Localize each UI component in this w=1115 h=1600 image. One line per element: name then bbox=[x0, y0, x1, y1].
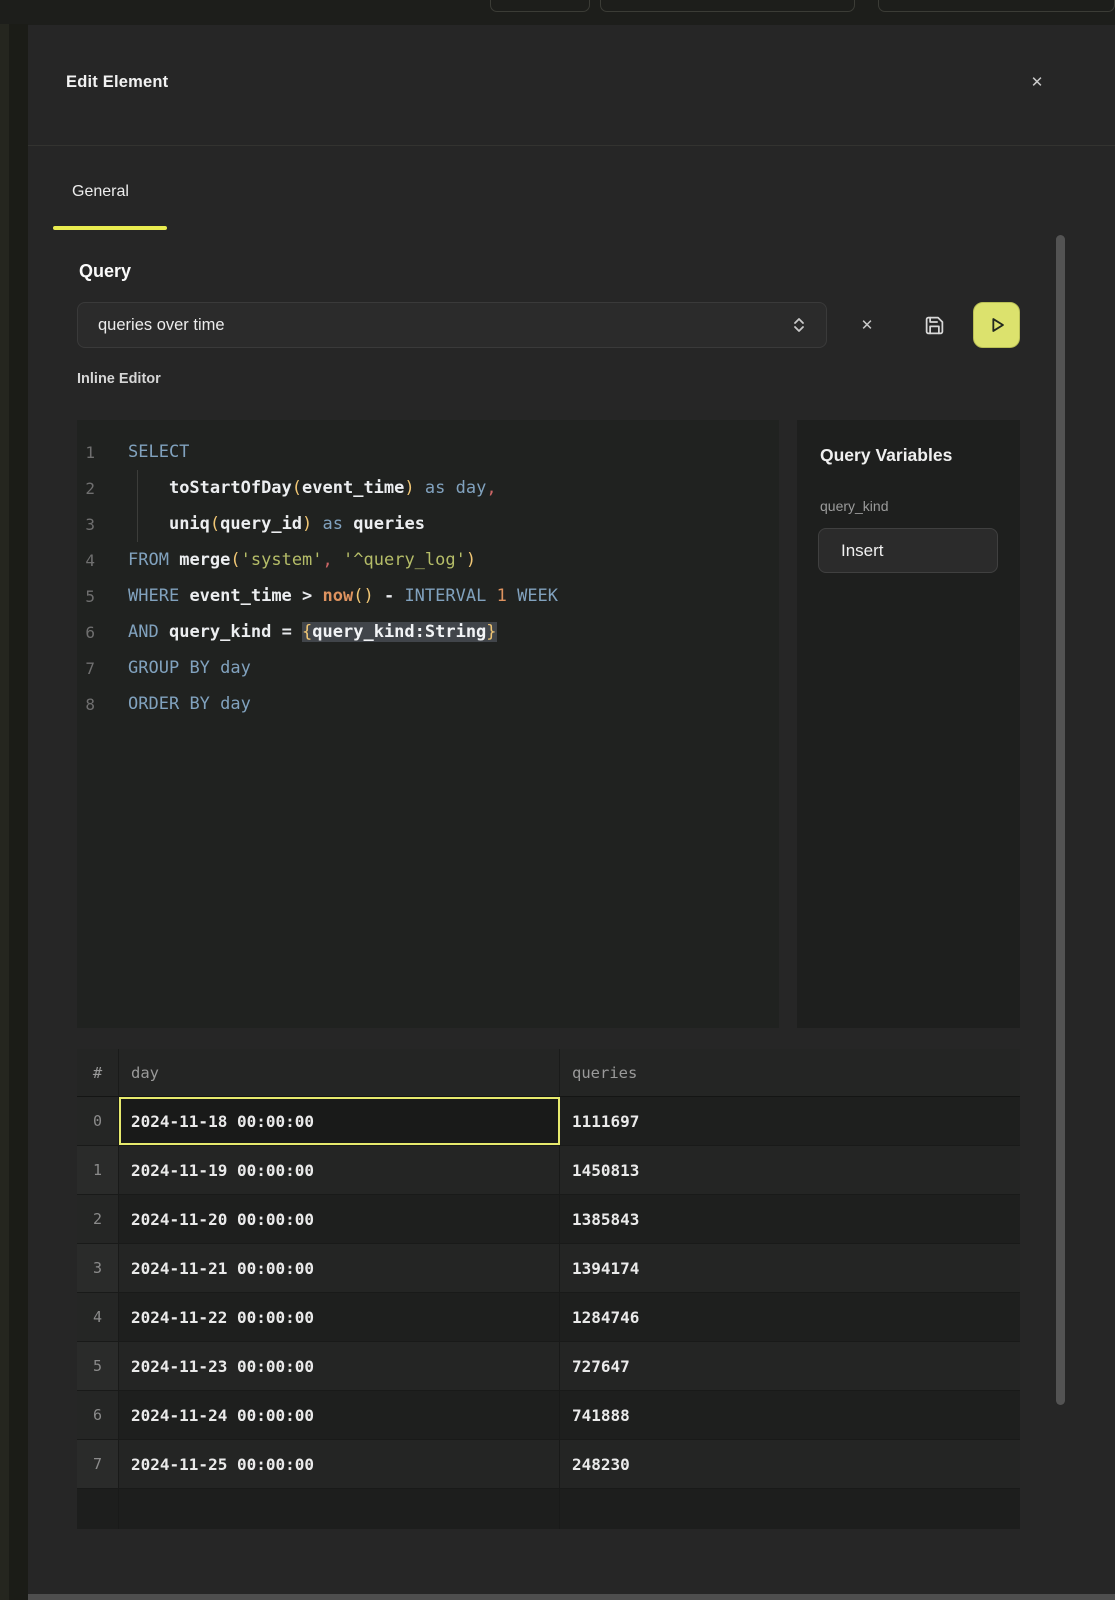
row-index-cell[interactable]: 1 bbox=[77, 1146, 119, 1194]
play-icon bbox=[986, 314, 1008, 336]
line-number: 7 bbox=[77, 659, 95, 678]
row-index-cell[interactable]: 4 bbox=[77, 1293, 119, 1341]
row-index-cell[interactable]: 6 bbox=[77, 1391, 119, 1439]
tab-active-underline bbox=[53, 226, 167, 230]
row-index-cell[interactable]: 2 bbox=[77, 1195, 119, 1243]
line-number: 2 bbox=[77, 479, 95, 498]
background-topbar bbox=[0, 0, 1115, 24]
line-number: 1 bbox=[77, 443, 95, 462]
horizontal-scrollbar[interactable] bbox=[28, 1594, 1115, 1600]
results-table-footer bbox=[77, 1489, 1020, 1529]
queries-cell[interactable]: 1385843 bbox=[560, 1195, 1020, 1243]
code-lines: 1 SELECT 2 toStartOfDay(event_time) as day… bbox=[77, 434, 779, 722]
line-number: 4 bbox=[77, 551, 95, 570]
tab-general[interactable]: General bbox=[72, 183, 129, 201]
table-row: 72024-11-25 00:00:00248230 bbox=[77, 1440, 1020, 1489]
table-row: 22024-11-20 00:00:001385843 bbox=[77, 1195, 1020, 1244]
select-chevrons-icon bbox=[792, 315, 806, 335]
table-row: 32024-11-21 00:00:001394174 bbox=[77, 1244, 1020, 1293]
code-line[interactable]: 2 toStartOfDay(event_time) as day, bbox=[77, 470, 779, 506]
indent-guide bbox=[137, 470, 138, 542]
queries-cell[interactable]: 727647 bbox=[560, 1342, 1020, 1390]
day-cell[interactable]: 2024-11-19 00:00:00 bbox=[119, 1146, 560, 1194]
results-table: # day queries 02024-11-18 00:00:00111169… bbox=[77, 1049, 1020, 1529]
line-number: 6 bbox=[77, 623, 95, 642]
queries-cell[interactable]: 1450813 bbox=[560, 1146, 1020, 1194]
row-index-cell[interactable]: 0 bbox=[77, 1097, 119, 1145]
sql-editor[interactable]: 1 SELECT 2 toStartOfDay(event_time) as day… bbox=[77, 420, 779, 1028]
queries-cell[interactable]: 248230 bbox=[560, 1440, 1020, 1488]
code-line[interactable]: 7 GROUP BY day bbox=[77, 650, 779, 686]
code-line[interactable]: 6 AND query_kind = {query_kind:String} bbox=[77, 614, 779, 650]
code-text: SELECT bbox=[128, 442, 189, 462]
code-text: WHERE event_time > now() - INTERVAL 1 WE… bbox=[128, 586, 558, 606]
day-cell[interactable]: 2024-11-25 00:00:00 bbox=[119, 1440, 560, 1488]
table-row: 62024-11-24 00:00:00741888 bbox=[77, 1391, 1020, 1440]
line-number: 3 bbox=[77, 515, 95, 534]
insert-variable-button[interactable]: Insert bbox=[818, 528, 998, 573]
line-number: 8 bbox=[77, 695, 95, 714]
code-text: GROUP BY day bbox=[128, 658, 251, 678]
clear-query-icon[interactable]: ✕ bbox=[852, 310, 882, 340]
row-index-cell[interactable]: 3 bbox=[77, 1244, 119, 1292]
queries-cell[interactable]: 1284746 bbox=[560, 1293, 1020, 1341]
vertical-scrollbar[interactable] bbox=[1056, 235, 1065, 1405]
query-select[interactable]: queries over time bbox=[77, 302, 827, 348]
day-cell[interactable]: 2024-11-21 00:00:00 bbox=[119, 1244, 560, 1292]
code-line[interactable]: 5 WHERE event_time > now() - INTERVAL 1 W… bbox=[77, 578, 779, 614]
column-header-day: day bbox=[119, 1049, 560, 1096]
results-table-header: # day queries bbox=[77, 1049, 1020, 1097]
code-line[interactable]: 8 ORDER BY day bbox=[77, 686, 779, 722]
editor-area: 1 SELECT 2 toStartOfDay(event_time) as day… bbox=[77, 420, 1020, 1028]
day-cell-selected[interactable]: 2024-11-18 00:00:00 bbox=[119, 1097, 560, 1145]
row-index-cell[interactable]: 5 bbox=[77, 1342, 119, 1390]
code-text: FROM merge('system', '^query_log') bbox=[128, 550, 476, 570]
query-section-heading: Query bbox=[79, 261, 131, 282]
line-number: 5 bbox=[77, 587, 95, 606]
queries-cell[interactable]: 1394174 bbox=[560, 1244, 1020, 1292]
table-row: 52024-11-23 00:00:00727647 bbox=[77, 1342, 1020, 1391]
column-header-index: # bbox=[77, 1049, 119, 1096]
query-select-value: queries over time bbox=[98, 316, 792, 335]
background-button bbox=[600, 0, 855, 12]
table-row: 02024-11-18 00:00:001111697 bbox=[77, 1097, 1020, 1146]
table-row: 42024-11-22 00:00:001284746 bbox=[77, 1293, 1020, 1342]
table-row: 12024-11-19 00:00:001450813 bbox=[77, 1146, 1020, 1195]
day-cell[interactable]: 2024-11-23 00:00:00 bbox=[119, 1342, 560, 1390]
query-variables-panel: Query Variables query_kind Insert bbox=[797, 420, 1020, 1028]
code-text: ORDER BY day bbox=[128, 694, 251, 714]
day-cell[interactable]: 2024-11-20 00:00:00 bbox=[119, 1195, 560, 1243]
background-side-column-edge bbox=[0, 24, 9, 1600]
code-text: AND query_kind = {query_kind:String} bbox=[128, 622, 497, 642]
row-index-cell[interactable]: 7 bbox=[77, 1440, 119, 1488]
background-button bbox=[490, 0, 590, 12]
code-text: toStartOfDay(event_time) as day, bbox=[128, 478, 497, 498]
code-text: uniq(query_id) as queries bbox=[128, 514, 425, 534]
code-line[interactable]: 3 uniq(query_id) as queries bbox=[77, 506, 779, 542]
query-variables-heading: Query Variables bbox=[820, 445, 952, 466]
run-query-button[interactable] bbox=[973, 302, 1020, 348]
save-icon[interactable] bbox=[919, 310, 949, 340]
header-divider bbox=[28, 145, 1115, 146]
code-line[interactable]: 1 SELECT bbox=[77, 434, 779, 470]
day-cell[interactable]: 2024-11-22 00:00:00 bbox=[119, 1293, 560, 1341]
column-header-queries: queries bbox=[560, 1049, 1020, 1096]
queries-cell[interactable]: 741888 bbox=[560, 1391, 1020, 1439]
inline-editor-label: Inline Editor bbox=[77, 371, 161, 387]
variable-name-label: query_kind bbox=[820, 498, 889, 514]
background-button bbox=[878, 0, 1115, 12]
results-table-body: 02024-11-18 00:00:00111169712024-11-19 0… bbox=[77, 1097, 1020, 1489]
close-icon[interactable]: ✕ bbox=[1024, 69, 1050, 95]
code-line[interactable]: 4 FROM merge('system', '^query_log') bbox=[77, 542, 779, 578]
queries-cell[interactable]: 1111697 bbox=[560, 1097, 1020, 1145]
modal-title: Edit Element bbox=[66, 73, 168, 92]
edit-element-modal: Edit Element ✕ General Query queries ove… bbox=[28, 25, 1115, 1600]
day-cell[interactable]: 2024-11-24 00:00:00 bbox=[119, 1391, 560, 1439]
